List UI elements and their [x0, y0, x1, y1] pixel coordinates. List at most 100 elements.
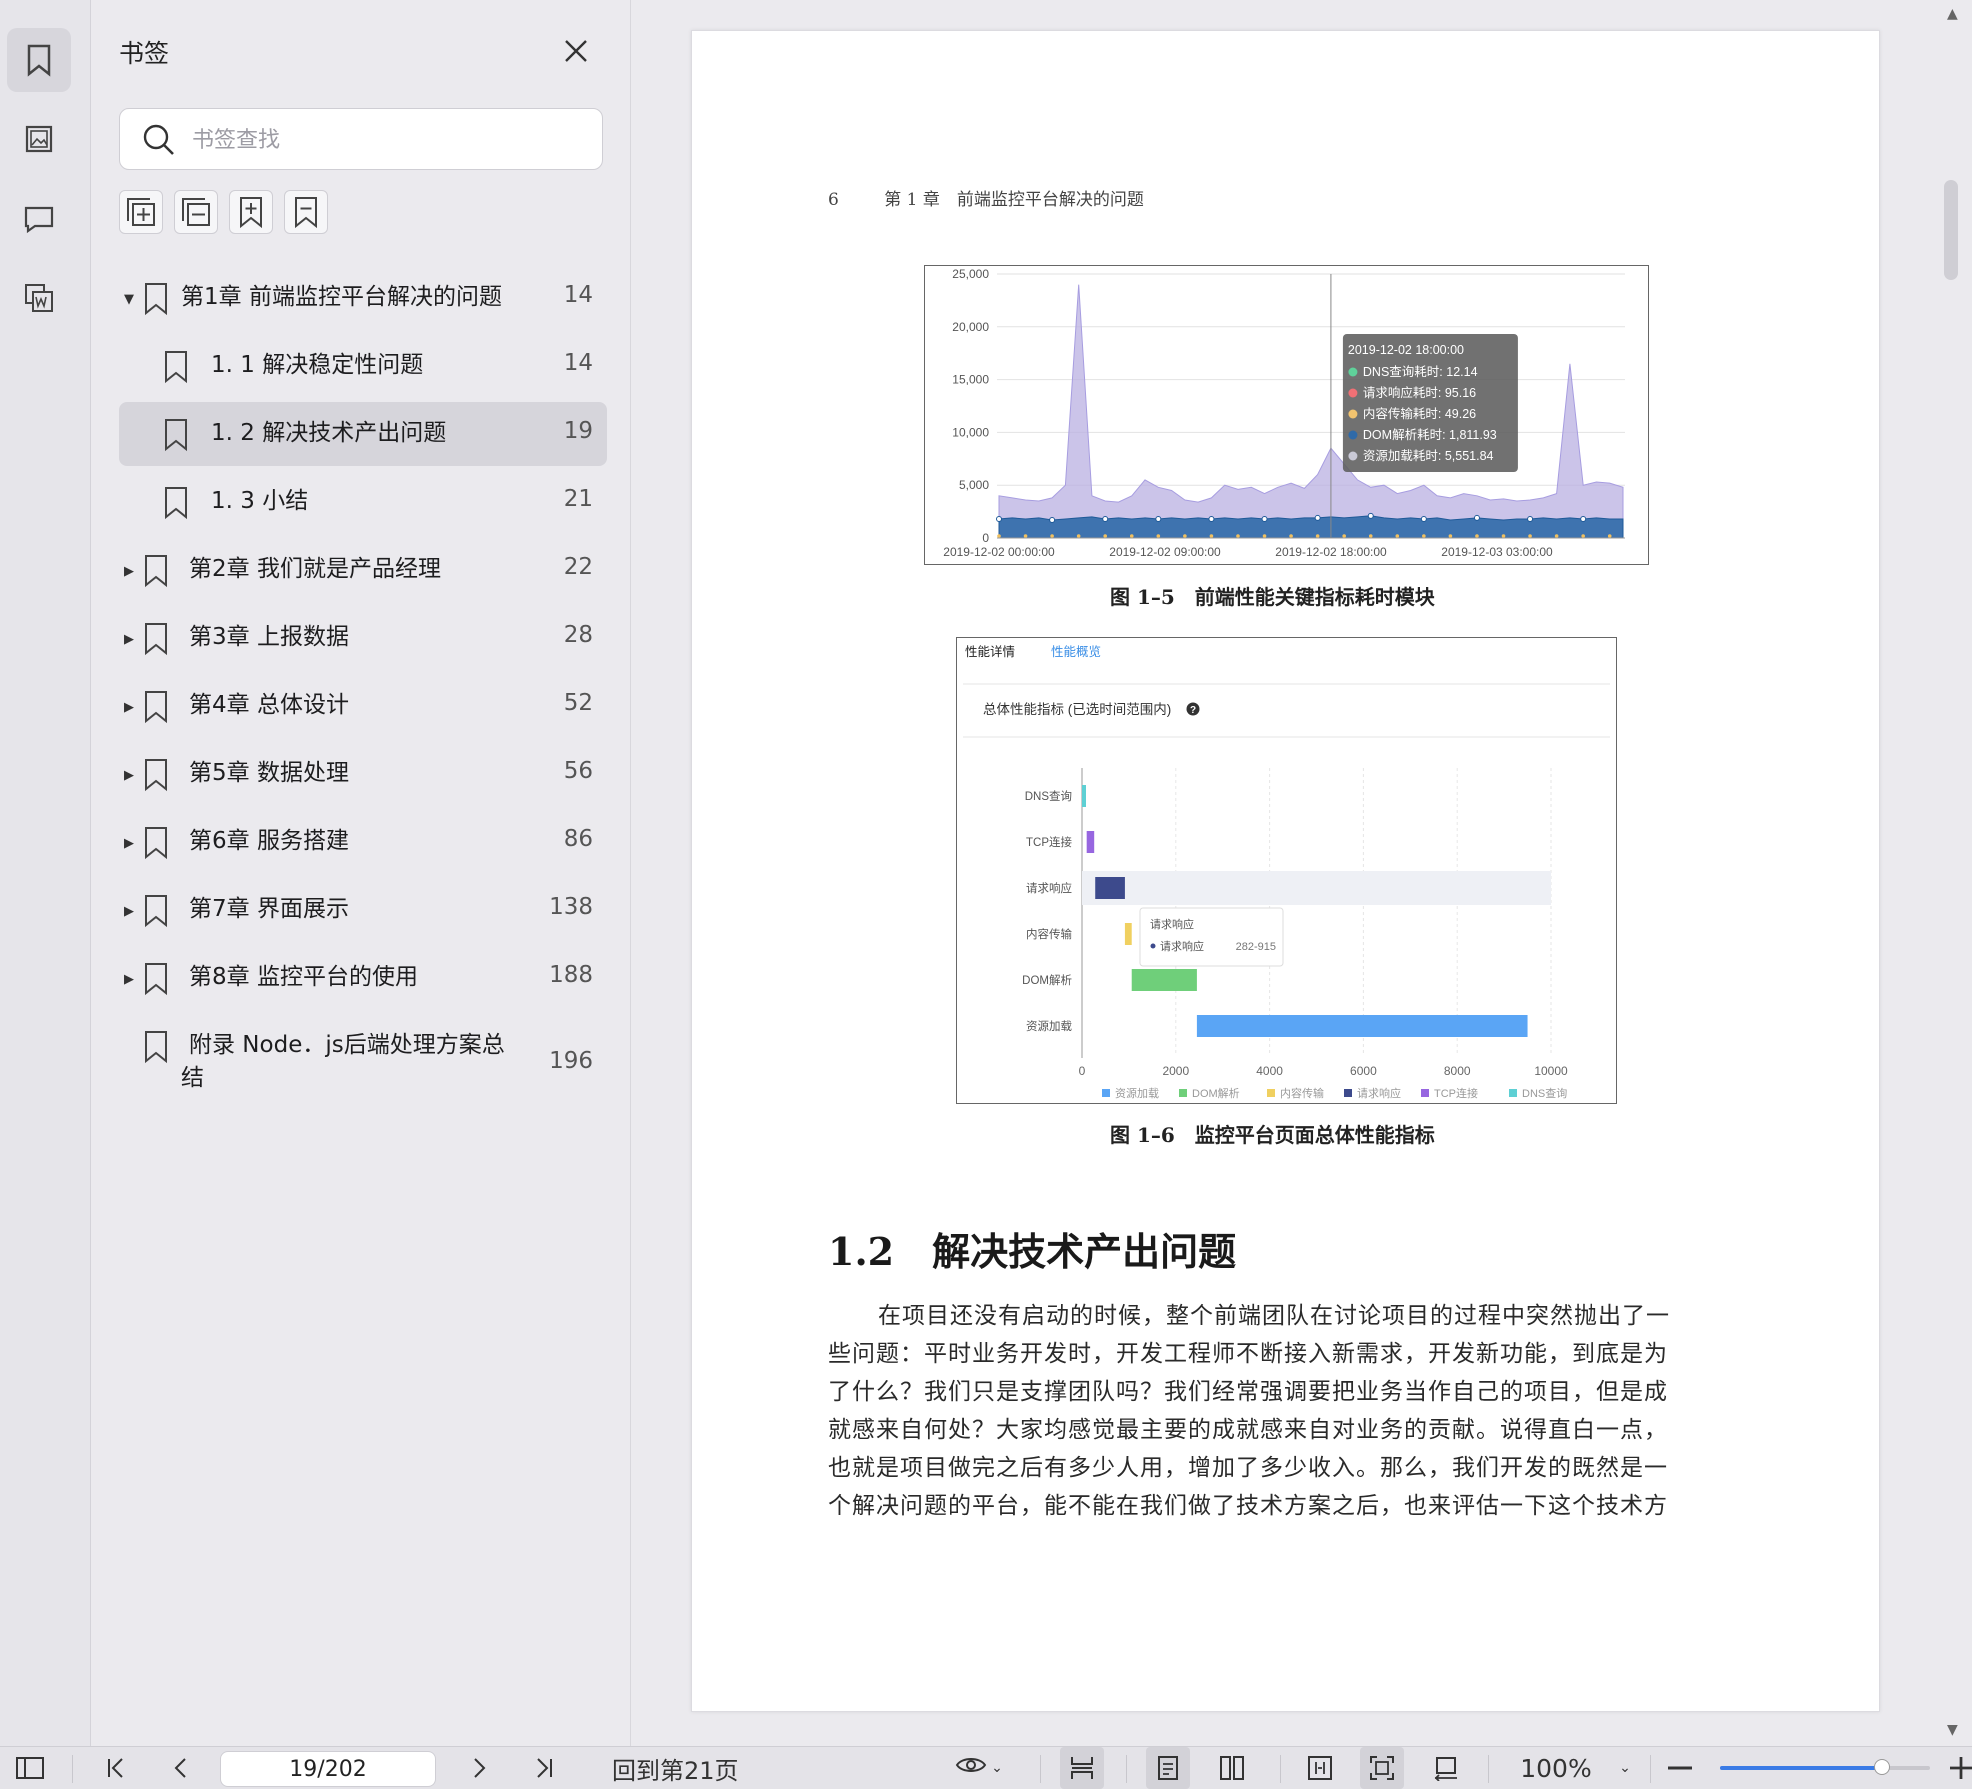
zoom-slider-knob[interactable] [1873, 1759, 1890, 1775]
legend-label: 资源加载 [1115, 1086, 1159, 1100]
legend-swatch [1509, 1089, 1517, 1097]
legend-label: 内容传输 [1280, 1086, 1324, 1100]
bookmark-search-box[interactable] [119, 108, 603, 170]
bookmark-item-1-2[interactable]: 1. 2 解决技术产出问题 19 [119, 402, 607, 466]
y-tick-label: 0 [982, 531, 989, 545]
scroll-down-icon[interactable]: ▼ [1947, 1722, 1958, 1738]
expand-arrow-icon[interactable]: ▶ [124, 904, 134, 919]
view-mode-dropdown[interactable]: ⌄ [948, 1747, 1010, 1789]
bookmark-label: 附录 Node．js后端处理方案总 [189, 1032, 505, 1058]
expand-arrow-icon[interactable]: ▶ [124, 836, 134, 851]
baseline-point [1315, 534, 1320, 538]
remove-bookmark-icon[interactable] [284, 190, 328, 234]
tooltip-dot [1348, 409, 1358, 419]
bar-chart: 性能详情 性能概览总体性能指标 (已选时间范围内) ? 0 2000 4000 6000 80… [963, 644, 1610, 1100]
document-viewport[interactable]: 6 第 1 章 前端监控平台解决的问题 0 5,000 10,000 15,000 20… [631, 0, 1972, 1746]
zoom-in-icon[interactable] [1950, 1747, 1972, 1789]
baseline-point [1368, 534, 1373, 538]
close-icon[interactable] [561, 36, 591, 66]
fit-width-icon[interactable] [1298, 1747, 1342, 1789]
bookmark-icon [143, 758, 169, 796]
bookmark-item-chapter-8[interactable]: ▶ 第8章 监控平台的使用 188 [119, 946, 607, 1010]
bookmark-item-chapter-7[interactable]: ▶ 第7章 界面展示 138 [119, 878, 607, 942]
bookmark-label: 第7章 界面展示 [189, 896, 349, 922]
bookmark-icon [143, 622, 169, 660]
sidebar-toggle-icon[interactable] [12, 1747, 48, 1789]
expand-arrow-icon[interactable]: ▶ [124, 700, 134, 715]
tooltip-dot [1150, 943, 1156, 949]
bookmark-icon [143, 282, 169, 320]
bookmark-item-chapter-6[interactable]: ▶ 第6章 服务搭建 86 [119, 810, 607, 874]
attachment-panel-icon[interactable] [7, 266, 71, 330]
first-page-icon[interactable] [100, 1747, 132, 1789]
vertical-scrollbar[interactable] [1944, 180, 1958, 280]
zoom-dropdown-chevron-icon[interactable]: ⌄ [1612, 1747, 1638, 1789]
tab-detail: 性能详情 [965, 644, 1015, 659]
annotation-panel-icon[interactable] [7, 187, 71, 251]
data-point [1049, 517, 1056, 524]
page-number-input[interactable] [220, 1751, 436, 1787]
baseline-point [1395, 534, 1400, 538]
last-page-icon[interactable] [528, 1747, 560, 1789]
bookmark-search-input[interactable] [190, 123, 574, 157]
bookmark-panel-icon[interactable] [7, 28, 71, 92]
bookmark-item-chapter-5[interactable]: ▶ 第5章 数据处理 56 [119, 742, 607, 806]
zoom-slider[interactable] [1720, 1759, 1930, 1775]
y-tick-label: 10,000 [952, 425, 989, 439]
scroll-up-icon[interactable]: ▲ [1947, 6, 1958, 22]
bookmark-label: 第6章 服务搭建 [189, 828, 349, 854]
baseline-point [1607, 534, 1612, 538]
tooltip-row: 内容传输耗时: 49.26 [1363, 406, 1476, 421]
expand-arrow-icon[interactable]: ▶ [124, 972, 134, 987]
bookmark-item-chapter-2[interactable]: ▶ 第2章 我们就是产品经理 22 [119, 538, 607, 602]
baseline-point [1289, 534, 1293, 538]
baseline-point [1475, 534, 1479, 538]
goto-page-link[interactable]: 回到第21页 [612, 1747, 752, 1789]
section-heading: 1.2 解决技术产出问题 [828, 1229, 1237, 1274]
continuous-scroll-icon[interactable] [1060, 1747, 1104, 1789]
baseline-point [1236, 534, 1240, 538]
bookmark-item-chapter-3[interactable]: ▶ 第3章 上报数据 28 [119, 606, 607, 670]
y-tick-label: 15,000 [952, 373, 989, 387]
collapse-all-icon[interactable] [174, 190, 218, 234]
bookmark-page: 86 [563, 826, 593, 852]
paragraph-line: 就感来自何处？大家均感觉最主要的成就感来自对业务的贡献。说得直白一点， [828, 1417, 1668, 1443]
bookmark-item-1-1[interactable]: 1. 1 解决稳定性问题 14 [119, 334, 607, 398]
bookmark-item-chapter-1[interactable]: ▼ 第1章 前端监控平台解决的问题 14 [119, 266, 607, 330]
collapse-arrow-icon[interactable]: ▼ [124, 292, 134, 307]
baseline-point [1023, 534, 1028, 538]
bookmark-item-1-3[interactable]: 1. 3 小结 21 [119, 470, 607, 534]
bookmark-page: 138 [549, 894, 593, 920]
single-page-icon[interactable] [1146, 1747, 1190, 1789]
paragraph-line: 也就是项目做完之后有多少人用，增加了多少收入。那么，我们开发的既然是一 [828, 1455, 1668, 1481]
expand-all-icon[interactable] [119, 190, 163, 234]
baseline-point [1183, 534, 1187, 538]
paragraph-line: 在项目还没有启动的时候，整个前端团队在讨论项目的过程中突然抛出了一 [878, 1303, 1670, 1329]
zoom-out-icon[interactable] [1662, 1747, 1698, 1789]
expand-arrow-icon[interactable]: ▶ [124, 768, 134, 783]
bookmark-item-chapter-4[interactable]: ▶ 第4章 总体设计 52 [119, 674, 607, 738]
range-bar [1196, 1015, 1528, 1037]
x-tick-label: 10000 [1534, 1064, 1568, 1078]
expand-arrow-icon[interactable]: ▶ [124, 632, 134, 647]
two-page-icon[interactable] [1210, 1747, 1254, 1789]
baseline-point [1422, 534, 1426, 538]
baseline-point [1528, 534, 1532, 538]
running-header: 6 第 1 章 前端监控平台解决的问题 [828, 185, 1144, 210]
tooltip-dot [1348, 451, 1358, 461]
thumbnail-panel-icon[interactable] [7, 107, 71, 171]
search-icon [142, 123, 176, 161]
bookmark-item-appendix[interactable]: 附录 Node．js后端处理方案总 结 196 [119, 1014, 607, 1112]
bookmark-label: 1. 3 小结 [211, 488, 309, 514]
bookmark-label: 1. 2 解决技术产出问题 [211, 420, 447, 446]
next-page-icon[interactable] [464, 1747, 496, 1789]
add-bookmark-icon[interactable] [229, 190, 273, 234]
previous-page-icon[interactable] [164, 1747, 196, 1789]
bookmark-page: 14 [563, 350, 593, 376]
expand-arrow-icon[interactable]: ▶ [124, 564, 134, 579]
legend-label: TCP连接 [1434, 1087, 1478, 1100]
rotate-page-icon[interactable] [1424, 1747, 1468, 1789]
fit-page-icon[interactable] [1360, 1747, 1404, 1789]
category-label: DOM解析 [1022, 973, 1072, 987]
bookmark-page: 19 [563, 418, 593, 444]
